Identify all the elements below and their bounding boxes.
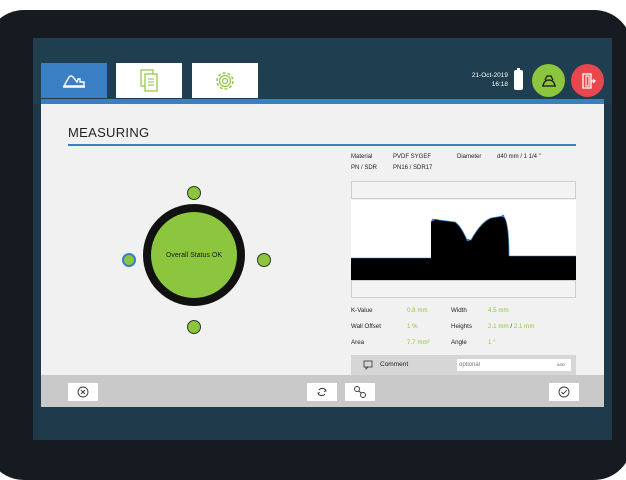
heights-label: Heights: [451, 323, 472, 330]
cancel-icon: [77, 386, 89, 398]
exit-button[interactable]: [571, 64, 604, 97]
comment-icon: [363, 360, 373, 370]
user-button[interactable]: [532, 64, 565, 97]
tab-settings[interactable]: [192, 63, 258, 98]
comment-input[interactable]: [457, 359, 571, 371]
date-text: 21-Oct-2019: [471, 72, 508, 79]
width-value: 4.5 mm: [488, 307, 509, 314]
title-underline: [68, 144, 576, 146]
comment-label: Comment: [380, 361, 409, 368]
documents-icon: [140, 68, 158, 92]
material-value: PVDF SYGEF: [393, 154, 432, 160]
time-text: 16:18: [491, 81, 508, 88]
measuring-panel: MEASURING Overall Status OK Material PVD…: [41, 104, 604, 375]
page-title: MEASURING: [68, 125, 150, 140]
weld-profile-graphic: [351, 214, 576, 280]
battery-icon: [514, 68, 523, 90]
overall-status-text: Overall Status OK: [165, 251, 223, 259]
angle-label: Angle: [451, 339, 467, 346]
angle-value: 1 °: [488, 339, 496, 346]
top-bar: 21-Oct-2019 16:18: [33, 38, 612, 104]
refresh-button[interactable]: [307, 383, 337, 401]
area-value: 7.7 mm²: [407, 339, 430, 346]
comment-bar: Comment 0/50: [351, 355, 576, 375]
confirm-icon: [558, 386, 570, 398]
diameter-value: d40 mm / 1 1/4 ": [497, 154, 541, 160]
diameter-label: Diameter: [457, 154, 482, 160]
cancel-button[interactable]: [68, 383, 98, 401]
wall-offset-value: 1 %: [407, 323, 418, 330]
measure-tool-icon: [62, 74, 85, 88]
height-2: 2.1 mm: [513, 323, 535, 330]
width-label: Width: [451, 307, 467, 314]
status-indicator-right[interactable]: [257, 253, 271, 267]
wall-offset-label: Wall Offset: [351, 323, 381, 330]
area-label: Area: [351, 339, 365, 346]
tools-icon: [354, 386, 366, 398]
exit-door-icon: [581, 72, 596, 89]
refresh-icon: [317, 387, 327, 397]
comment-counter: 0/50: [557, 362, 565, 367]
material-label: Material: [351, 154, 373, 160]
overall-status-circle: Overall Status OK: [151, 212, 237, 298]
profile-header-box: [351, 181, 576, 199]
profile-footer-box: [351, 280, 576, 298]
confirm-button[interactable]: [549, 383, 579, 401]
status-indicator-left[interactable]: [122, 253, 136, 267]
heights-values: 2.1 mm / 2.1 mm: [488, 323, 534, 330]
user-icon: [541, 74, 556, 87]
pn-sdr-label: PN / SDR: [351, 165, 378, 171]
height-separator: /: [510, 323, 513, 330]
k-value-label: K-Value: [351, 307, 373, 314]
pn-sdr-value: PN16 / SDR17: [393, 165, 433, 171]
weld-profile-view: [351, 200, 576, 280]
status-indicator-top[interactable]: [187, 186, 201, 200]
tab-measure[interactable]: [41, 63, 107, 98]
date-time: 21-Oct-2019 16:18: [453, 71, 508, 89]
app-screen: 21-Oct-2019 16:18 MEASURING Overall Stat…: [33, 38, 612, 440]
gear-icon: [216, 71, 234, 90]
status-indicator-bottom[interactable]: [187, 320, 201, 334]
bottom-toolbar: [41, 375, 604, 407]
tab-documents[interactable]: [116, 63, 182, 98]
height-1: 2.1 mm: [488, 323, 509, 330]
overall-status-ring: Overall Status OK: [143, 204, 245, 306]
k-value: 0.8 mm: [407, 307, 428, 314]
tools-button[interactable]: [345, 383, 375, 401]
